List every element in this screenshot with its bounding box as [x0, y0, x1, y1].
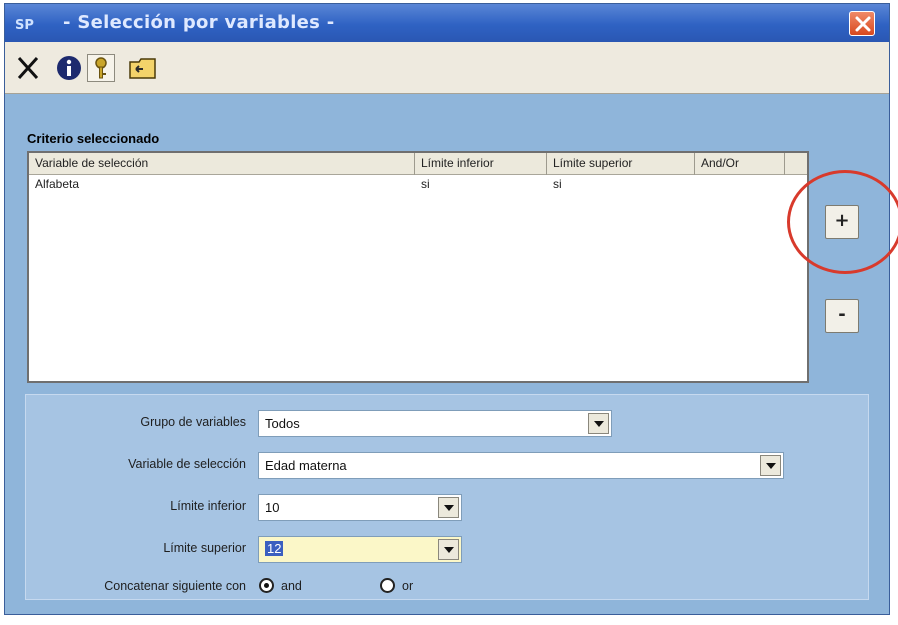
variable-select[interactable]: Edad materna — [258, 452, 784, 479]
column-header-variable[interactable]: Variable de selección — [29, 153, 415, 175]
folder-button[interactable] — [127, 54, 159, 82]
radio-or-label[interactable]: or — [402, 579, 413, 593]
app-icon: SP — [15, 15, 37, 33]
concat-label: Concatenar siguiente con — [104, 579, 246, 593]
toolbar-close-button[interactable] — [15, 54, 41, 82]
key-icon — [95, 57, 107, 79]
radio-and[interactable] — [259, 578, 274, 593]
toolbar — [5, 42, 889, 94]
chevron-down-icon[interactable] — [760, 455, 781, 476]
close-icon — [855, 16, 871, 32]
upper-label: Límite superior — [163, 541, 246, 555]
key-button[interactable] — [87, 54, 115, 82]
folder-icon — [129, 58, 156, 79]
chevron-down-icon[interactable] — [438, 497, 459, 518]
chevron-down-icon[interactable] — [438, 539, 459, 560]
svg-text:SP: SP — [15, 18, 34, 33]
criterion-form: Grupo de variables Todos Variable de sel… — [25, 394, 869, 600]
radio-or[interactable] — [380, 578, 395, 593]
lower-label: Límite inferior — [170, 499, 246, 513]
row-lower: si — [421, 177, 430, 191]
lower-select[interactable]: 10 — [258, 494, 462, 521]
close-icon — [17, 56, 39, 80]
upper-value: 12 — [265, 541, 284, 556]
highlight-circle — [787, 170, 898, 274]
variable-value: Edad materna — [265, 458, 347, 473]
group-value: Todos — [265, 416, 300, 431]
remove-criterion-button[interactable]: - — [825, 299, 859, 333]
column-header-andor[interactable]: And/Or — [695, 153, 785, 175]
column-header-upper[interactable]: Límite superior — [547, 153, 695, 175]
radio-and-label[interactable]: and — [281, 579, 302, 593]
radio-selected-dot — [264, 583, 269, 588]
column-header-lower[interactable]: Límite inferior — [415, 153, 547, 175]
list-row[interactable]: Alfabeta si si — [29, 177, 807, 195]
group-select[interactable]: Todos — [258, 410, 612, 437]
row-variable: Alfabeta — [35, 177, 80, 191]
variable-label: Variable de selección — [128, 457, 246, 471]
window-close-button[interactable] — [849, 11, 875, 36]
group-label: Grupo de variables — [140, 415, 246, 429]
window-title: - Selección por variables - — [63, 12, 335, 33]
criteria-list[interactable]: Variable de selección Límite inferior Lí… — [27, 151, 809, 383]
row-upper: si — [553, 177, 562, 191]
list-header: Variable de selección Límite inferior Lí… — [29, 153, 807, 175]
info-icon — [57, 56, 81, 80]
info-button[interactable] — [55, 54, 83, 82]
chevron-down-icon[interactable] — [588, 413, 609, 434]
lower-value: 10 — [265, 500, 280, 515]
upper-select[interactable]: 12 — [258, 536, 462, 563]
title-bar[interactable]: SP - Selección por variables - — [5, 4, 889, 42]
selection-dialog: SP - Selección por variables - Criterio … — [4, 3, 898, 615]
criteria-panel: Criterio seleccionado Variable de selecc… — [19, 116, 819, 386]
criteria-title: Criterio seleccionado — [27, 131, 160, 146]
